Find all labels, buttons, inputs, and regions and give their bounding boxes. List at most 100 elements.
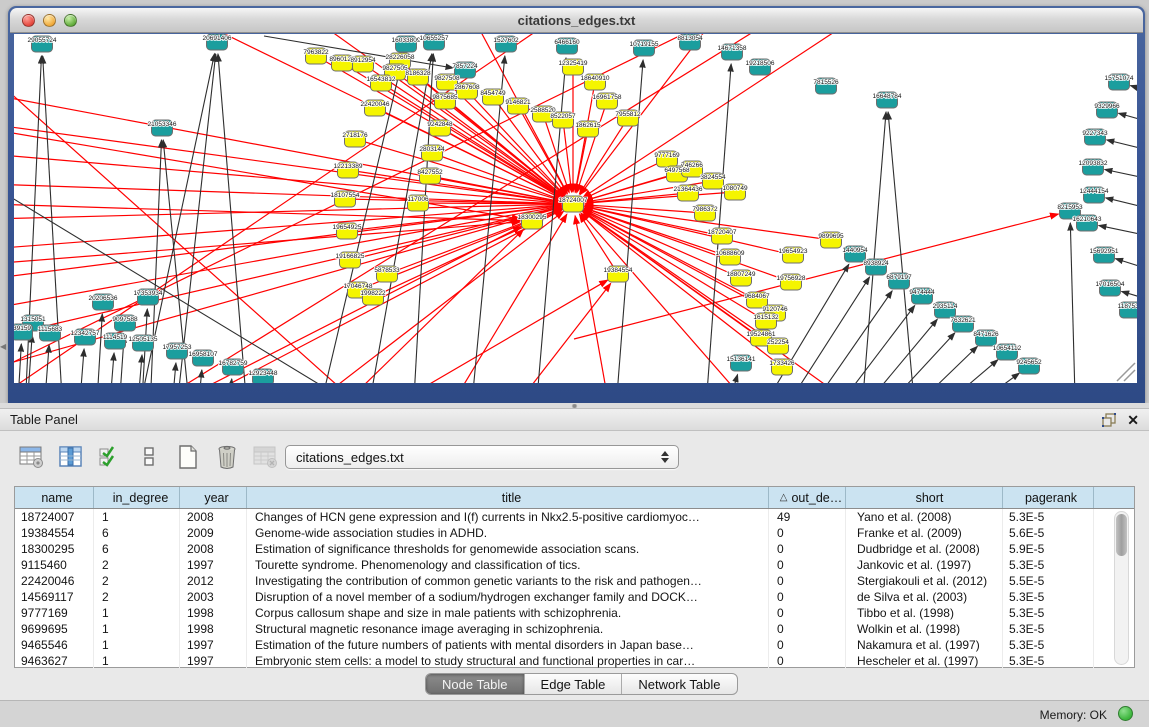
rows-button[interactable] — [135, 444, 163, 470]
network-edge[interactable] — [802, 306, 915, 383]
table-row[interactable]: 1830029562008Estimation of significance … — [15, 541, 1134, 557]
table-cell[interactable]: Structural magnetic resonance image aver… — [247, 621, 769, 637]
network-edge[interactable] — [14, 207, 561, 369]
table-cell[interactable]: 0 — [769, 573, 846, 589]
column-header-short[interactable]: short — [846, 487, 1003, 508]
table-cell[interactable]: Corpus callosum shape and size in male p… — [247, 605, 769, 621]
create-column-button[interactable] — [174, 444, 202, 470]
table-cell[interactable]: 5.3E-5 — [1003, 605, 1094, 621]
table-cell[interactable]: Wolkin et al. (1998) — [846, 621, 1003, 637]
network-edge[interactable] — [585, 205, 705, 213]
tab-network-table[interactable]: Network Table — [622, 674, 736, 694]
table-cell[interactable]: 1 — [94, 653, 180, 669]
column-header-name[interactable]: name — [15, 487, 94, 508]
table-cell[interactable]: Investigating the contribution of common… — [247, 573, 769, 589]
network-edge[interactable] — [584, 159, 667, 199]
table-cell[interactable]: 5.3E-5 — [1003, 589, 1094, 605]
network-edge[interactable] — [1070, 223, 1076, 383]
table-row[interactable]: 2242004622012Investigating the contribut… — [15, 573, 1134, 589]
scrollbar-thumb[interactable] — [1116, 514, 1127, 556]
table-cell[interactable]: 2008 — [180, 509, 247, 525]
network-edge[interactable] — [704, 64, 731, 383]
column-header-year[interactable]: year — [180, 487, 247, 508]
table-cell[interactable]: 2 — [94, 557, 180, 573]
table-cell[interactable]: Changes of HCN gene expression and I(f) … — [247, 509, 769, 525]
table-cell[interactable]: 2008 — [180, 541, 247, 557]
network-edge[interactable] — [94, 314, 102, 383]
table-cell[interactable]: Disruption of a novel member of a sodium… — [247, 589, 769, 605]
network-edge[interactable] — [909, 373, 1019, 383]
table-cell[interactable]: Tourette syndrome. Phenomenology and cla… — [247, 557, 769, 573]
network-edge[interactable] — [779, 291, 892, 383]
network-edge[interactable] — [825, 319, 937, 383]
table-cell[interactable]: 2 — [94, 573, 180, 589]
network-window-titlebar[interactable]: citations_edges.txt — [10, 8, 1143, 33]
table-cell[interactable]: 0 — [769, 525, 846, 541]
table-cell[interactable]: 9463627 — [15, 653, 94, 669]
table-row[interactable]: 946362711997Embryonic stem cells: a mode… — [15, 653, 1134, 669]
delete-column-button[interactable] — [213, 444, 241, 470]
table-cell[interactable]: 0 — [769, 637, 846, 653]
table-cell[interactable]: Dudbridge et al. (2008) — [846, 541, 1003, 557]
table-cell[interactable]: 0 — [769, 605, 846, 621]
table-row[interactable]: 1938455462009Genome-wide association stu… — [15, 525, 1134, 541]
tab-node-table[interactable]: Node Table — [426, 674, 525, 694]
table-cell[interactable]: 2012 — [180, 573, 247, 589]
table-cell[interactable]: 2 — [94, 589, 180, 605]
table-cell[interactable]: 18300295 — [15, 541, 94, 557]
tab-edge-table[interactable]: Edge Table — [525, 674, 623, 694]
table-cell[interactable]: de Silva et al. (2003) — [846, 589, 1003, 605]
table-cell[interactable]: 5.3E-5 — [1003, 557, 1094, 573]
close-panel-icon[interactable]: ✕ — [1127, 412, 1139, 428]
table-cell[interactable]: 1 — [94, 509, 180, 525]
delete-table-button[interactable] — [252, 444, 280, 470]
table-selector-dropdown[interactable]: citations_edges.txt — [285, 445, 679, 469]
table-cell[interactable]: 1998 — [180, 605, 247, 621]
table-cell[interactable]: Franke et al. (2009) — [846, 525, 1003, 541]
network-edge[interactable] — [174, 54, 216, 383]
column-header-out_de[interactable]: △out_de… — [769, 487, 846, 508]
network-edge[interactable] — [1107, 140, 1137, 154]
network-edge[interactable] — [888, 112, 917, 383]
table-cell[interactable]: 1998 — [180, 621, 247, 637]
table-row[interactable]: 969969511998Structural magnetic resonanc… — [15, 621, 1134, 637]
network-edge[interactable] — [575, 216, 614, 383]
network-edge[interactable] — [574, 214, 1058, 339]
table-cell[interactable]: 0 — [769, 557, 846, 573]
select-rows-button[interactable] — [96, 444, 124, 470]
table-cell[interactable]: 1 — [94, 621, 180, 637]
table-cell[interactable]: 19384554 — [15, 525, 94, 541]
table-cell[interactable]: Stergiakouli et al. (2012) — [846, 573, 1003, 589]
table-row[interactable]: 911546021997Tourette syndrome. Phenomeno… — [15, 557, 1134, 573]
table-cell[interactable]: Genome-wide association studies in ADHD. — [247, 525, 769, 541]
table-cell[interactable]: 2009 — [180, 525, 247, 541]
network-edge[interactable] — [1099, 225, 1137, 239]
table-cell[interactable]: 5.9E-5 — [1003, 541, 1094, 557]
network-edge[interactable] — [381, 83, 563, 198]
table-cell[interactable]: 6 — [94, 525, 180, 541]
network-edge[interactable] — [106, 353, 114, 383]
table-cell[interactable]: 5.3E-5 — [1003, 637, 1094, 653]
table-cell[interactable]: Estimation of the future numbers of pati… — [247, 637, 769, 653]
network-edge[interactable] — [494, 283, 611, 383]
table-cell[interactable]: 9699695 — [15, 621, 94, 637]
table-cell[interactable]: 0 — [769, 621, 846, 637]
table-cell[interactable]: Nakamura et al. (1997) — [846, 637, 1003, 653]
network-edge[interactable] — [843, 333, 955, 383]
network-edge[interactable] — [224, 379, 232, 383]
table-cell[interactable]: Estimation of significance thresholds fo… — [247, 541, 769, 557]
resize-grip[interactable] — [1117, 363, 1135, 381]
table-cell[interactable]: 5.6E-5 — [1003, 525, 1094, 541]
table-row[interactable]: 1872400712008Changes of HCN gene express… — [15, 509, 1134, 525]
table-row[interactable]: 977716911998Corpus callosum shape and si… — [15, 605, 1134, 621]
table-cell[interactable]: 14569117 — [15, 589, 94, 605]
table-cell[interactable]: 5.5E-5 — [1003, 573, 1094, 589]
network-edge[interactable] — [168, 363, 176, 383]
table-cell[interactable]: 22420046 — [15, 573, 94, 589]
network-edge[interactable] — [614, 60, 643, 383]
table-cell[interactable]: 5.3E-5 — [1003, 621, 1094, 637]
network-edge[interactable] — [1106, 198, 1137, 212]
table-cell[interactable]: 2003 — [180, 589, 247, 605]
network-edge[interactable] — [434, 214, 567, 383]
table-cell[interactable]: 0 — [769, 541, 846, 557]
